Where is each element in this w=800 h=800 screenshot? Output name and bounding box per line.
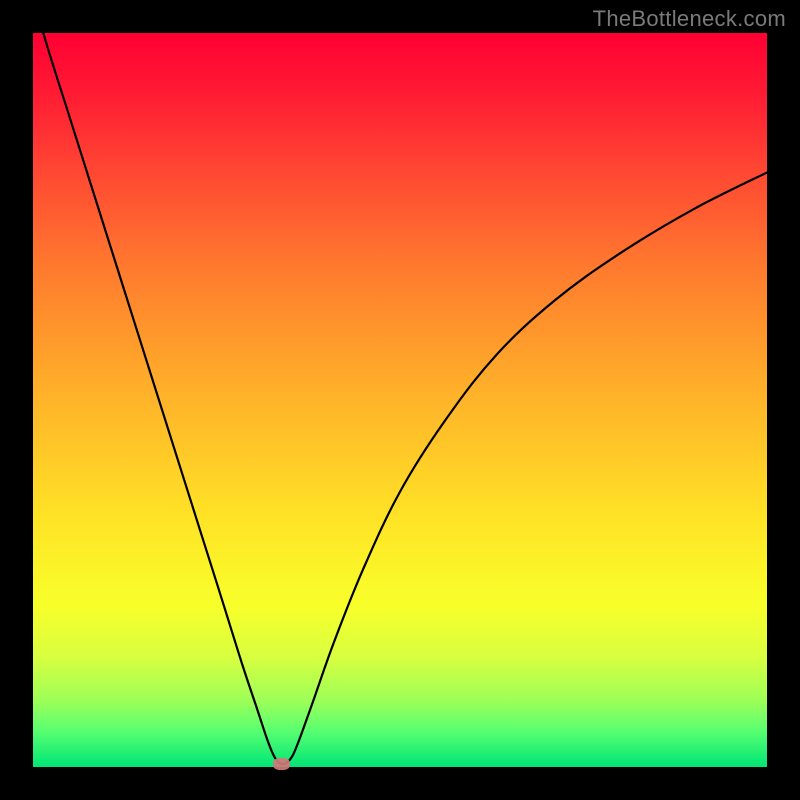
chart-frame: TheBottleneck.com	[0, 0, 800, 800]
curve-layer	[33, 33, 767, 767]
minimum-marker	[273, 758, 290, 770]
bottleneck-curve	[33, 0, 767, 764]
watermark-text: TheBottleneck.com	[593, 6, 786, 32]
